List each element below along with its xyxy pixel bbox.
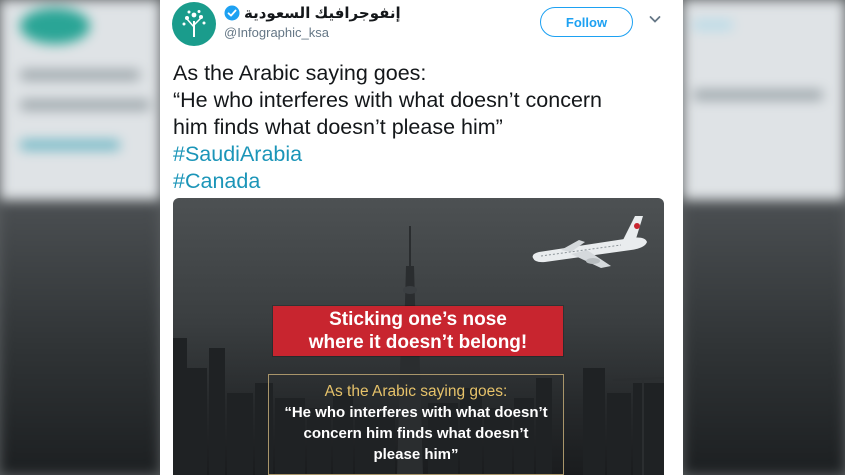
quote-line: concern him finds what doesn’t — [303, 425, 529, 442]
display-name[interactable]: إنفوجرافيك السعودية — [244, 4, 401, 22]
tweet-line: him finds what doesn’t please him” — [173, 115, 503, 139]
infographic-tree-logo-icon — [182, 10, 206, 37]
chevron-down-icon[interactable] — [648, 12, 662, 26]
tweet-card: إنفوجرافيك السعودية @Infographic_ksa Fol… — [160, 0, 683, 475]
quote-title: As the Arabic saying goes: — [324, 383, 508, 400]
headline-banner: Sticking one’s nose where it doesn’t bel… — [273, 306, 563, 356]
banner-line: Sticking one’s nose — [329, 309, 507, 330]
tweet-line: “He who interferes with what doesn’t con… — [173, 88, 603, 112]
hashtag-link[interactable]: #Canada — [173, 168, 673, 195]
blurred-background-right — [683, 0, 845, 475]
quote-line: please him” — [373, 446, 459, 463]
airplane — [532, 216, 647, 268]
blurred-background-left — [0, 0, 160, 475]
hashtag-link[interactable]: #SaudiArabia — [173, 141, 673, 168]
quote-line: “He who interferes with what doesn’t — [284, 404, 548, 421]
quote-box: As the Arabic saying goes: “He who inter… — [268, 374, 564, 475]
tweet-media-image[interactable]: Sticking one’s nose where it doesn’t bel… — [173, 198, 664, 475]
account-handle[interactable]: @Infographic_ksa — [224, 25, 329, 40]
avatar[interactable] — [172, 2, 216, 46]
banner-line: where it doesn’t belong! — [308, 332, 528, 353]
tweet-text: As the Arabic saying goes: “He who inter… — [173, 60, 673, 195]
account-name-row[interactable]: إنفوجرافيك السعودية — [224, 4, 401, 22]
verified-badge-icon — [224, 5, 240, 21]
follow-button[interactable]: Follow — [540, 7, 633, 37]
tweet-line: As the Arabic saying goes: — [173, 61, 427, 85]
